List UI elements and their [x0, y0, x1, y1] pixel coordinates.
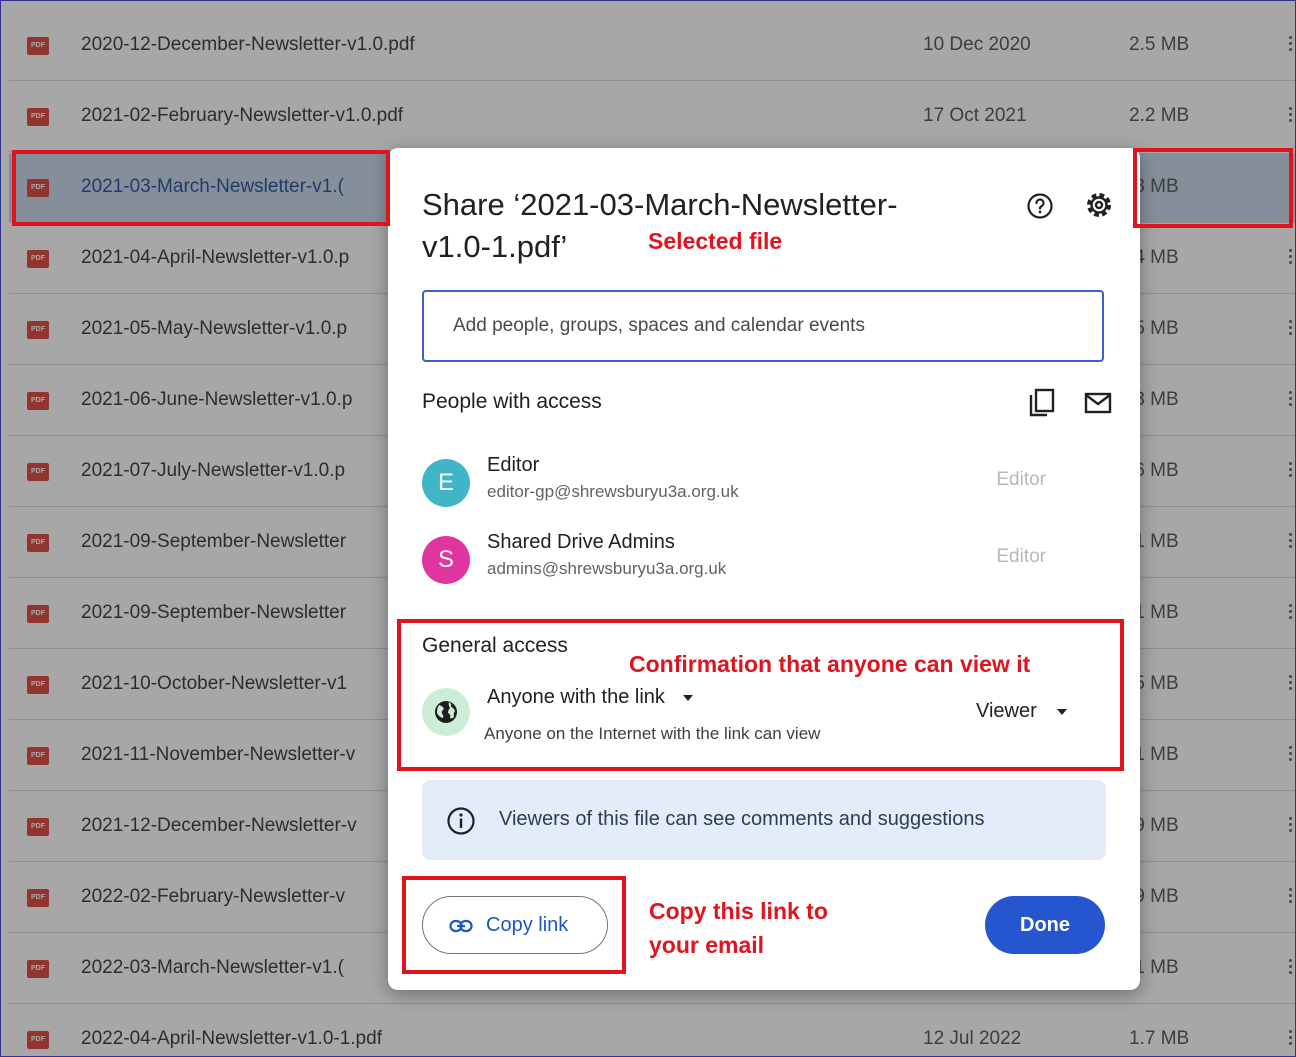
person-role: Editor: [996, 546, 1046, 567]
info-text: Viewers of this file can see comments an…: [499, 808, 985, 830]
person-row: S Shared Drive Admins admins@shrewsburyu…: [422, 531, 1112, 591]
avatar: S: [422, 536, 470, 584]
info-banner: Viewers of this file can see comments an…: [422, 780, 1106, 860]
people-with-access-heading: People with access: [422, 390, 602, 413]
copy-link-button[interactable]: Copy link: [422, 896, 608, 954]
caret-down-icon: [1056, 708, 1067, 715]
link-access-label: Anyone with the link: [487, 686, 665, 708]
gear-icon[interactable]: [1084, 190, 1114, 220]
person-row: E Editor editor-gp@shrewsburyu3a.org.uk …: [422, 454, 1112, 514]
link-access-description: Anyone on the Internet with the link can…: [484, 724, 821, 743]
link-icon: [449, 917, 473, 935]
link-access-dropdown[interactable]: Anyone with the link: [487, 686, 693, 709]
person-name: Editor: [487, 454, 540, 476]
person-role: Editor: [996, 469, 1046, 490]
link-role-label: Viewer: [976, 700, 1037, 722]
copy-link-annotation-line2: your email: [649, 932, 765, 958]
add-people-input[interactable]: [422, 290, 1104, 362]
general-access-heading: General access: [422, 634, 568, 657]
person-email: editor-gp@shrewsburyu3a.org.uk: [487, 482, 739, 501]
avatar: E: [422, 459, 470, 507]
copy-emails-icon[interactable]: [1028, 388, 1056, 418]
email-icon[interactable]: [1084, 392, 1112, 414]
person-email: admins@shrewsburyu3a.org.uk: [487, 559, 727, 578]
caret-down-icon: [682, 694, 693, 701]
person-name: Shared Drive Admins: [487, 531, 675, 553]
globe-icon: [422, 688, 470, 736]
share-dialog: Share ‘2021-03-March-Newsletter-v1.0-1.p…: [388, 148, 1140, 990]
help-circle-icon[interactable]: [1026, 192, 1054, 220]
done-button[interactable]: Done: [985, 896, 1105, 954]
link-role-dropdown[interactable]: Viewer: [976, 700, 1067, 723]
confirmation-annotation: Confirmation that anyone can view it: [629, 651, 1031, 677]
selected-file-annotation: Selected file: [648, 228, 783, 254]
copy-link-annotation-line1: Copy this link to: [649, 898, 828, 924]
copy-link-label: Copy link: [486, 914, 569, 936]
info-icon: [446, 806, 476, 836]
